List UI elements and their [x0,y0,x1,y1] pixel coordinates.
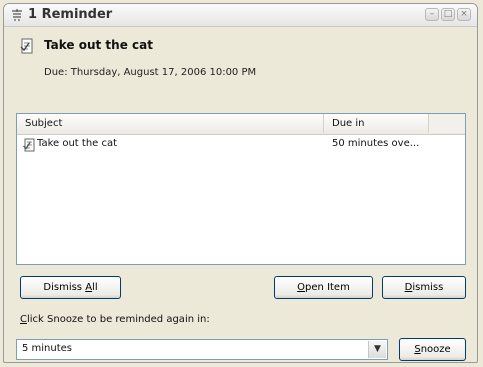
close-button[interactable]: × [457,8,471,21]
window-title: 1 Reminder [28,7,113,22]
column-header-due-in[interactable]: Due in [324,114,429,133]
snooze-button[interactable]: Snooze [399,338,466,361]
column-header-filler [429,114,465,133]
reminder-subject: Take out the cat [44,38,153,52]
reminder-due-date: Due: Thursday, August 17, 2006 10:00 PM [44,67,257,78]
reminder-window: 1 Reminder – □ × Take out the cat Due: T… [3,3,478,363]
snooze-interval-select[interactable]: 5 minutes ▼ [16,339,388,360]
reminder-bell-icon [12,9,22,21]
maximize-button[interactable]: □ [441,8,455,21]
dismiss-all-button[interactable]: Dismiss All [20,276,121,299]
dismiss-button[interactable]: Dismiss [382,276,466,299]
open-item-button[interactable]: Open Item [274,276,373,299]
list-item-due-in: 50 minutes ove... [332,138,420,149]
column-header-subject[interactable]: Subject [17,114,324,133]
list-item-subject: Take out the cat [37,138,118,149]
chevron-down-icon[interactable]: ▼ [368,341,386,358]
snooze-interval-value: 5 minutes [22,343,73,354]
list-header: Subject Due in [17,114,465,135]
window-controls: – □ × [425,8,471,21]
reminder-list[interactable]: Subject Due in Take out the cat 50 minut… [16,113,466,265]
title-bar[interactable]: 1 Reminder – □ × [4,4,477,27]
minimize-button[interactable]: – [425,8,439,21]
snooze-label: Click Snooze to be reminded again in: [20,314,210,325]
task-item-icon [20,38,33,54]
task-item-icon [23,138,35,152]
list-item[interactable]: Take out the cat 50 minutes ove... [17,136,465,154]
